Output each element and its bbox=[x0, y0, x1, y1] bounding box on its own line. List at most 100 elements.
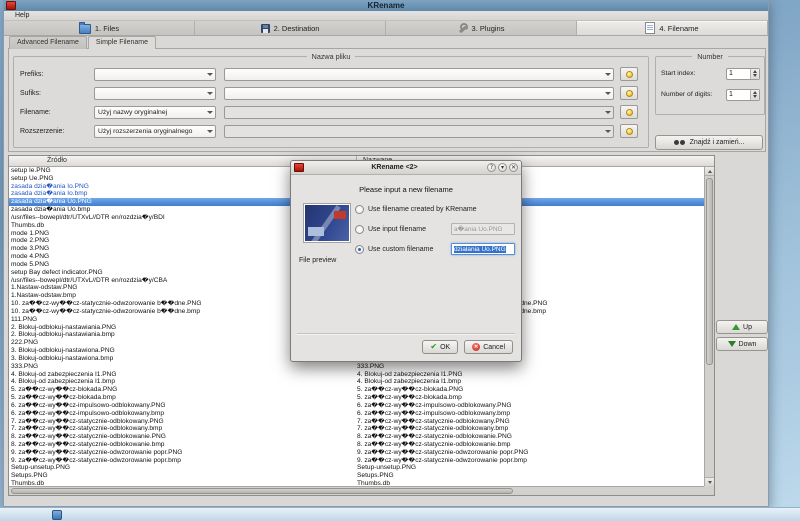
scroll-up-icon[interactable] bbox=[705, 167, 714, 176]
taskbar-app-icon[interactable] bbox=[52, 510, 62, 520]
option-krename-filename[interactable]: Use filename created by KRename bbox=[355, 199, 515, 219]
start-index-label: Start index: bbox=[661, 70, 695, 77]
filename-insert-function-button[interactable] bbox=[620, 105, 638, 119]
ok-label: OK bbox=[440, 344, 450, 351]
file-row[interactable]: 9. za��cz-wy��cz-statycznie-odwzorowanie… bbox=[9, 449, 704, 457]
number-group: Number Start index: 1 Number of digits: … bbox=[655, 56, 765, 115]
source-name: 8. za��cz-wy��cz-statycznie-odblokowanie… bbox=[9, 441, 357, 449]
menubar: Help bbox=[4, 11, 768, 21]
prefix-label: Prefiks: bbox=[20, 71, 94, 78]
cancel-label: Cancel bbox=[483, 344, 505, 351]
prefix-mode-combo[interactable] bbox=[94, 68, 216, 81]
file-row[interactable]: 4. Blokuj-od zabezpieczenia I1.PNG4. Blo… bbox=[9, 371, 704, 379]
file-row[interactable]: 8. za��cz-wy��cz-statycznie-odblokowanie… bbox=[9, 433, 704, 441]
suffix-mode-combo[interactable] bbox=[94, 87, 216, 100]
combo-value: Użyj nazwy oryginalnej bbox=[95, 109, 204, 116]
krename-app-icon bbox=[294, 163, 304, 172]
menu-help[interactable]: Help bbox=[12, 11, 32, 21]
vertical-scrollbar[interactable] bbox=[704, 167, 714, 486]
help-button[interactable]: ? bbox=[487, 163, 496, 172]
start-index-row: Start index: 1 bbox=[661, 67, 760, 80]
source-name: 9. za��cz-wy��cz-statycznie-odwzorowanie… bbox=[9, 449, 357, 457]
digits-spinner[interactable]: 1 bbox=[726, 89, 760, 101]
suffix-value-combo[interactable] bbox=[224, 87, 614, 100]
custom-filename-input[interactable]: działania Uo.PNG bbox=[451, 243, 515, 255]
filename-subtabs: Advanced FilenameSimple Filename bbox=[9, 36, 157, 49]
file-row[interactable]: 6. za��cz-wy��cz-impulsowo-odblokowany.b… bbox=[9, 410, 704, 418]
subtab-advanced-filename[interactable]: Advanced Filename bbox=[9, 36, 87, 49]
source-name: 5. za��cz-wy��cz-blokada.bmp bbox=[9, 394, 357, 402]
source-name: 9. za��cz-wy��cz-statycznie-odwzorowanie… bbox=[9, 457, 357, 465]
cancel-button[interactable]: ✕ Cancel bbox=[464, 340, 513, 354]
option-label: Use input filename bbox=[368, 226, 426, 233]
prefix-value-combo[interactable] bbox=[224, 68, 614, 81]
file-row[interactable]: 7. za��cz-wy��cz-statycznie-odblokowany.… bbox=[9, 418, 704, 426]
spinner-arrows-icon[interactable] bbox=[750, 69, 759, 79]
dialog-titlebar[interactable]: KRename <2> ? ▾ ✕ bbox=[291, 161, 521, 175]
prefix-row: Prefiks: bbox=[20, 67, 642, 81]
option-label: Use custom filename bbox=[368, 246, 433, 253]
scroll-down-icon[interactable] bbox=[705, 477, 714, 486]
extension-mode-combo[interactable]: Użyj rozszerzenia oryginalnego bbox=[94, 125, 216, 138]
file-row[interactable]: 8. za��cz-wy��cz-statycznie-odblokowanie… bbox=[9, 441, 704, 449]
find-replace-button[interactable]: Znajdź i zamień... bbox=[655, 135, 763, 150]
radio-icon[interactable] bbox=[355, 245, 364, 254]
suffix-row: Sufiks: bbox=[20, 86, 642, 100]
file-row[interactable]: Setup-unsetup.PNGSetup-unsetup.PNG bbox=[9, 464, 704, 472]
prefix-insert-function-button[interactable] bbox=[620, 67, 638, 81]
window-titlebar[interactable]: KRename bbox=[4, 0, 768, 11]
selected-text: działania Uo.PNG bbox=[454, 246, 506, 253]
suffix-insert-function-button[interactable] bbox=[620, 86, 638, 100]
renamed-name: 9. za��cz-wy��cz-statycznie-odwzorowanie… bbox=[357, 449, 704, 457]
spinner-value: 1 bbox=[727, 90, 750, 100]
file-row[interactable]: 9. za��cz-wy��cz-statycznie-odwzorowanie… bbox=[9, 457, 704, 465]
file-row[interactable]: 5. za��cz-wy��cz-blokada.PNG5. za��cz-wy… bbox=[9, 386, 704, 394]
chevron-down-icon bbox=[602, 111, 613, 114]
close-icon[interactable]: ✕ bbox=[509, 163, 518, 172]
move-up-button[interactable]: Up bbox=[716, 320, 768, 334]
file-row[interactable]: 5. za��cz-wy��cz-blokada.bmp5. za��cz-wy… bbox=[9, 394, 704, 402]
renamed-name: 4. Blokuj-od zabezpieczenia I1.PNG bbox=[357, 371, 704, 379]
digits-label: Number of digits: bbox=[661, 91, 712, 98]
horizontal-scrollbar[interactable] bbox=[9, 486, 704, 495]
vscroll-thumb[interactable] bbox=[706, 178, 713, 365]
window-title: KRename bbox=[4, 1, 768, 10]
radio-icon[interactable] bbox=[355, 225, 364, 234]
file-row[interactable]: 333.PNG333.PNG bbox=[9, 363, 704, 371]
renamed-name: Setups.PNG bbox=[357, 472, 704, 480]
file-row[interactable]: 7. za��cz-wy��cz-statycznie-odblokowany.… bbox=[9, 425, 704, 433]
hscroll-thumb[interactable] bbox=[11, 488, 513, 494]
tab-1-files[interactable]: 1. Files bbox=[4, 21, 195, 35]
radio-icon[interactable] bbox=[355, 205, 364, 214]
combo-value: Użyj rozszerzenia oryginalnego bbox=[95, 128, 204, 135]
source-name: 4. Blokuj-od zabezpieczenia I1.PNG bbox=[9, 371, 357, 379]
spinner-arrows-icon[interactable] bbox=[750, 90, 759, 100]
taskbar bbox=[0, 507, 800, 521]
move-down-button[interactable]: Down bbox=[716, 337, 768, 351]
file-row[interactable]: 6. za��cz-wy��cz-impulsowo-odblokowany.P… bbox=[9, 402, 704, 410]
check-icon: ✔ bbox=[430, 343, 437, 351]
scrollbar-corner bbox=[704, 486, 714, 495]
renamed-name: 7. za��cz-wy��cz-statycznie-odblokowany.… bbox=[357, 418, 704, 426]
dialog-buttons: ✔ OK ✕ Cancel bbox=[291, 340, 521, 354]
tab-2-destination[interactable]: 2. Destination bbox=[195, 21, 386, 35]
dialog-separator bbox=[297, 333, 515, 334]
extension-label: Rozszerzenie: bbox=[20, 128, 94, 135]
shade-button[interactable]: ▾ bbox=[498, 163, 507, 172]
tab-3-plugins[interactable]: 3. Plugins bbox=[386, 21, 577, 35]
subtab-simple-filename[interactable]: Simple Filename bbox=[88, 36, 156, 49]
tab-4-filename[interactable]: 4. Filename bbox=[577, 21, 768, 35]
option-input-filename[interactable]: Use input filename a�ania Uo.PNG bbox=[355, 219, 515, 239]
file-row[interactable]: Setups.PNGSetups.PNG bbox=[9, 472, 704, 480]
lightbulb-icon bbox=[626, 109, 633, 116]
filename-mode-combo[interactable]: Użyj nazwy oryginalnej bbox=[94, 106, 216, 119]
option-custom-filename[interactable]: Use custom filename działania Uo.PNG bbox=[355, 239, 515, 259]
filename-row: Filename: Użyj nazwy oryginalnej bbox=[20, 105, 642, 119]
extension-insert-function-button[interactable] bbox=[620, 124, 638, 138]
start-index-spinner[interactable]: 1 bbox=[726, 68, 760, 80]
binoculars-icon bbox=[674, 140, 686, 145]
down-label: Down bbox=[739, 341, 757, 348]
file-row[interactable]: 4. Blokuj-od zabezpieczenia I1.bmp4. Blo… bbox=[9, 378, 704, 386]
up-label: Up bbox=[743, 324, 752, 331]
ok-button[interactable]: ✔ OK bbox=[422, 340, 458, 354]
